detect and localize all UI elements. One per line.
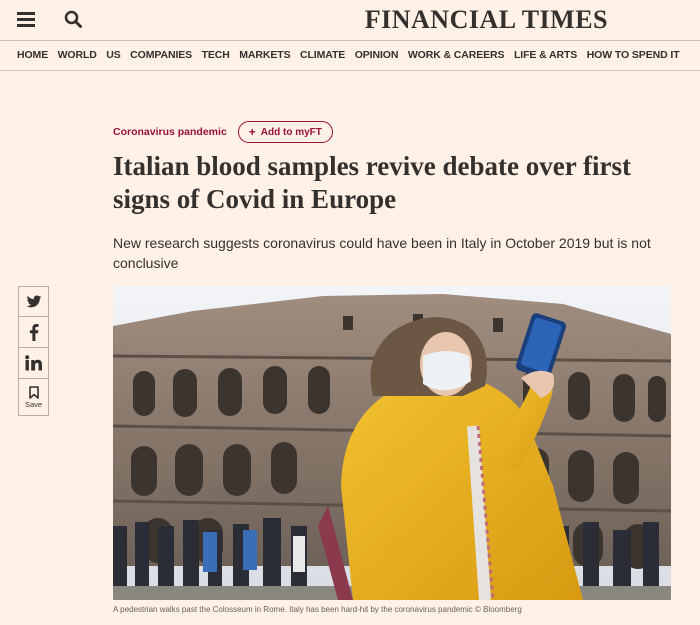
- add-to-myft-label: Add to myFT: [260, 126, 322, 138]
- share-toolbar: Save: [18, 286, 49, 416]
- topic-link[interactable]: Coronavirus pandemic: [113, 126, 227, 138]
- linkedin-icon: [24, 355, 42, 371]
- topic-row: Coronavirus pandemic + Add to myFT: [113, 121, 333, 143]
- nav-item-life-arts[interactable]: LIFE & ARTS: [514, 49, 577, 61]
- nav-item-us[interactable]: US: [106, 49, 120, 61]
- facebook-icon: [29, 323, 39, 341]
- nav-item-work-careers[interactable]: WORK & CAREERS: [408, 49, 505, 61]
- divider: [0, 40, 700, 41]
- article-standfirst: New research suggests coronavirus could …: [113, 235, 651, 271]
- twitter-icon: [26, 294, 41, 307]
- menu-icon[interactable]: [17, 12, 35, 27]
- nav-item-opinion[interactable]: OPINION: [355, 49, 399, 61]
- brand-logo[interactable]: FINANCIAL TIMES: [365, 5, 608, 35]
- save-button[interactable]: Save: [18, 379, 49, 416]
- nav-item-tech[interactable]: TECH: [202, 49, 230, 61]
- nav-item-climate[interactable]: CLIMATE: [300, 49, 345, 61]
- nav-item-markets[interactable]: MARKETS: [239, 49, 290, 61]
- main-nav: HOME WORLD US COMPANIES TECH MARKETS CLIMATE OP…: [17, 49, 689, 61]
- article-photo: [113, 286, 671, 600]
- top-bar: FINANCIAL TIMES: [0, 0, 700, 40]
- colosseum-photo: [113, 286, 671, 600]
- divider: [0, 70, 700, 71]
- plus-icon: +: [248, 125, 256, 139]
- photo-caption: A pedestrian walks past the Colosseum in…: [113, 605, 522, 614]
- save-label: Save: [24, 399, 43, 409]
- share-facebook-button[interactable]: [18, 317, 49, 348]
- search-icon[interactable]: [64, 10, 82, 28]
- nav-item-home[interactable]: HOME: [17, 49, 48, 61]
- add-to-myft-button[interactable]: + Add to myFT: [237, 121, 333, 143]
- share-twitter-button[interactable]: [18, 286, 49, 317]
- article-headline: Italian blood samples revive debate over…: [113, 151, 631, 214]
- nav-item-world[interactable]: WORLD: [58, 49, 97, 61]
- nav-item-how-to-spend-it[interactable]: HOW TO SPEND IT: [587, 49, 680, 61]
- nav-item-companies[interactable]: COMPANIES: [130, 49, 192, 61]
- share-linkedin-button[interactable]: [18, 348, 49, 379]
- bookmark-icon: [28, 385, 39, 399]
